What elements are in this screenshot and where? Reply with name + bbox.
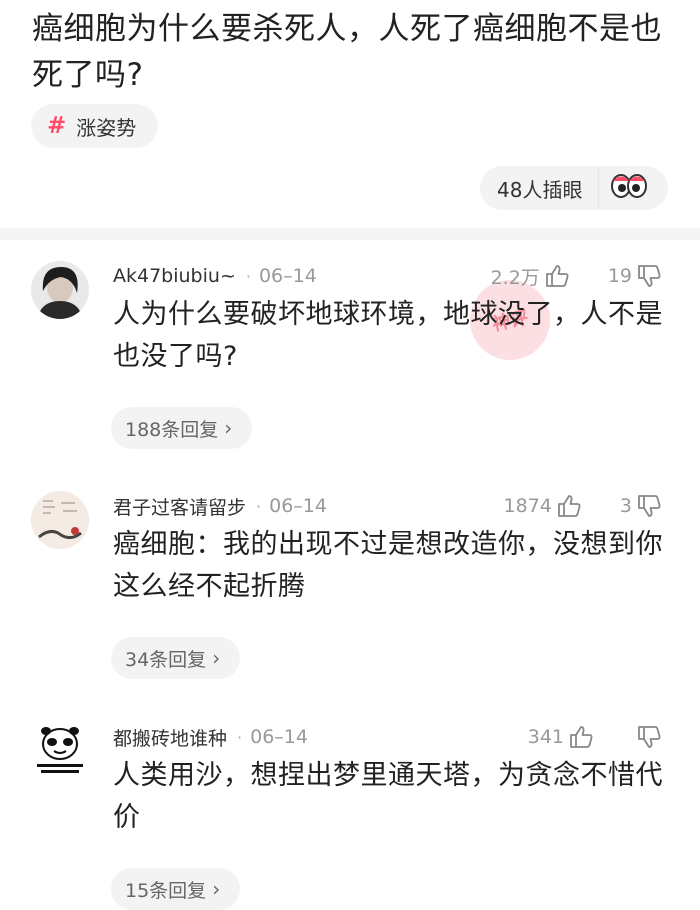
replies-button[interactable]: 34条回复 ›: [111, 637, 241, 679]
comment-date: 06–14: [269, 495, 327, 517]
section-divider: [0, 228, 700, 240]
topic-tag[interactable]: # 涨姿势: [31, 104, 159, 148]
comment-text: 人为什么要破坏地球环境，地球没了，人不是也没了吗?: [113, 299, 663, 372]
replies-label: 34条回复: [125, 648, 207, 671]
like-count: 341: [527, 726, 564, 748]
chevron-right-icon: ›: [224, 416, 233, 440]
dislike-count: 19: [607, 265, 632, 287]
post-title: 癌细胞为什么要杀死人，人死了癌细胞不是也死了吗?: [32, 11, 662, 93]
comment-stats: 1874 3: [504, 491, 662, 521]
replies-label: 188条回复: [125, 418, 219, 441]
username[interactable]: 君子过客请留步: [113, 493, 246, 520]
dislike-count: 3: [619, 495, 632, 517]
topic-tag-label: 涨姿势: [76, 115, 137, 140]
username[interactable]: 都搬砖地谁种: [113, 724, 227, 751]
thumbs-down-icon[interactable]: [636, 263, 662, 289]
post-header: 癌细胞为什么要杀死人，人死了癌细胞不是也死了吗? # 涨姿势 48人插眼: [0, 0, 700, 228]
like-count: 2.2万: [490, 266, 540, 289]
comment-date: 06–14: [258, 265, 317, 287]
chevron-right-icon: ›: [212, 877, 221, 901]
replies-button[interactable]: 188条回复 ›: [111, 407, 253, 449]
comment-stats: 2.2万 19: [491, 261, 662, 291]
comment-text: 人类用沙，想捏出梦里通天塔，为贪念不惜代价: [113, 760, 663, 833]
peek-separator: [598, 166, 600, 210]
like-count: 1874: [503, 495, 552, 517]
thumbs-down-icon[interactable]: [636, 493, 662, 519]
chevron-right-icon: ›: [212, 646, 221, 670]
thumbs-up-icon[interactable]: [568, 724, 594, 750]
comment-meta: 都搬砖地谁种 · 06–14: [113, 722, 308, 752]
peek-count: 48人插眼: [497, 177, 583, 202]
thumbs-down-icon[interactable]: [636, 724, 662, 750]
comment-date: 06–14: [250, 726, 308, 748]
avatar[interactable]: [31, 491, 89, 549]
meta-dot: ·: [237, 727, 243, 747]
meta-dot: ·: [256, 496, 262, 516]
thumbs-up-icon[interactable]: [544, 263, 570, 289]
meta-dot: ·: [245, 266, 251, 286]
thumbs-up-icon[interactable]: [556, 493, 582, 519]
avatar[interactable]: [31, 722, 89, 780]
peek-button[interactable]: 48人插眼: [480, 166, 668, 210]
avatar[interactable]: [31, 261, 89, 319]
comment-meta: 君子过客请留步 · 06–14: [113, 491, 327, 521]
hash-icon: #: [47, 113, 67, 139]
username[interactable]: Ak47biubiu~: [113, 265, 236, 287]
replies-label: 15条回复: [125, 879, 207, 902]
replies-button[interactable]: 15条回复 ›: [111, 868, 241, 910]
eyes-icon: [610, 173, 648, 203]
comment-text: 癌细胞：我的出现不过是想改造你，没想到你这么经不起折腾: [113, 529, 663, 602]
comment-stats: 341: [528, 722, 662, 752]
comment-meta: Ak47biubiu~ · 06–14: [113, 261, 317, 291]
